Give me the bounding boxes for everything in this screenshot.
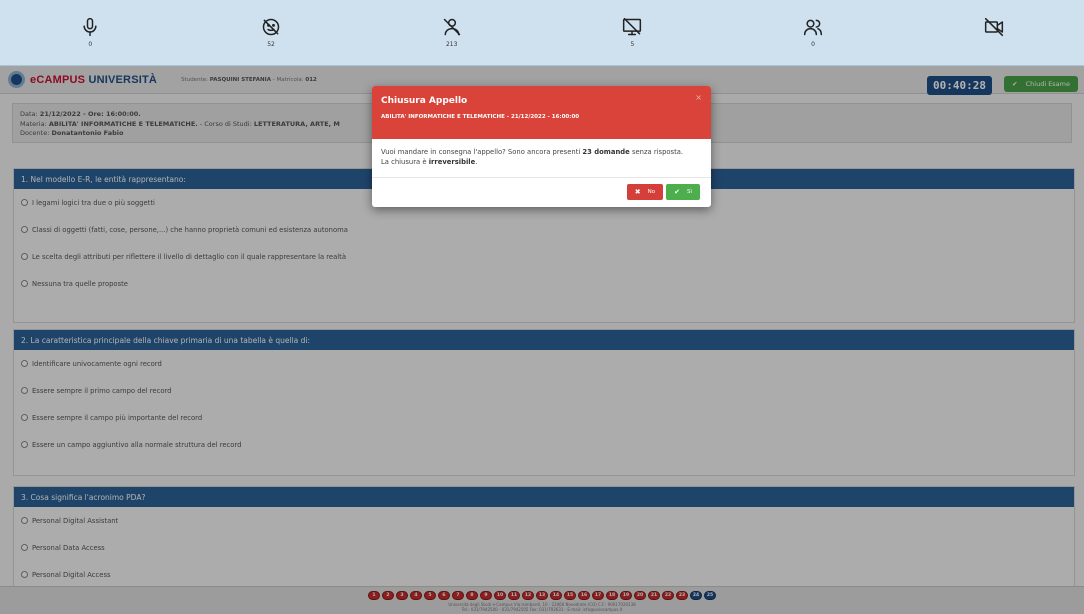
yes-button[interactable]: ✔ Sì (666, 184, 700, 200)
check-icon: ✔ (674, 188, 680, 196)
face-blocked-icon (262, 18, 280, 36)
close-exam-dialog: Chiusura Appello ABILITA' INFORMATICHE E… (372, 86, 711, 207)
face-count: 52 (267, 41, 275, 48)
x-icon: ✖ (634, 188, 641, 196)
proctor-camera (903, 0, 1084, 65)
microphone-count: 0 (88, 41, 93, 48)
proctor-face: 52 (181, 0, 362, 65)
person-count: 213 (445, 41, 458, 48)
dialog-title: Chiusura Appello (381, 96, 468, 106)
proctor-microphone: 0 (0, 0, 181, 65)
dialog-header: Chiusura Appello ABILITA' INFORMATICHE E… (372, 86, 711, 139)
multiple-people-icon (803, 19, 823, 36)
proctor-people: 0 (723, 0, 904, 65)
proctor-screen: 5 (542, 0, 723, 65)
screen-count: 5 (630, 41, 635, 48)
people-count: 0 (811, 41, 815, 48)
close-icon[interactable]: × (695, 93, 702, 102)
dialog-message: Vuoi mandare in consegna l'appello? Sono… (372, 139, 711, 178)
proctoring-bar: 0 52 213 5 0 (0, 0, 1084, 66)
irreversible-text: irreversibile (428, 158, 476, 166)
unanswered-count: 23 domande (582, 148, 630, 156)
proctor-person: 213 (361, 0, 542, 65)
no-button[interactable]: ✖ No (626, 184, 664, 200)
camera-off-icon (984, 17, 1003, 37)
screen-off-icon (623, 17, 642, 36)
dialog-actions: ✖ No ✔ Sì (372, 178, 711, 206)
dialog-subtitle: ABILITA' INFORMATICHE E TELEMATICHE - 21… (381, 114, 580, 120)
person-off-icon (443, 18, 460, 36)
microphone-icon (83, 17, 97, 37)
